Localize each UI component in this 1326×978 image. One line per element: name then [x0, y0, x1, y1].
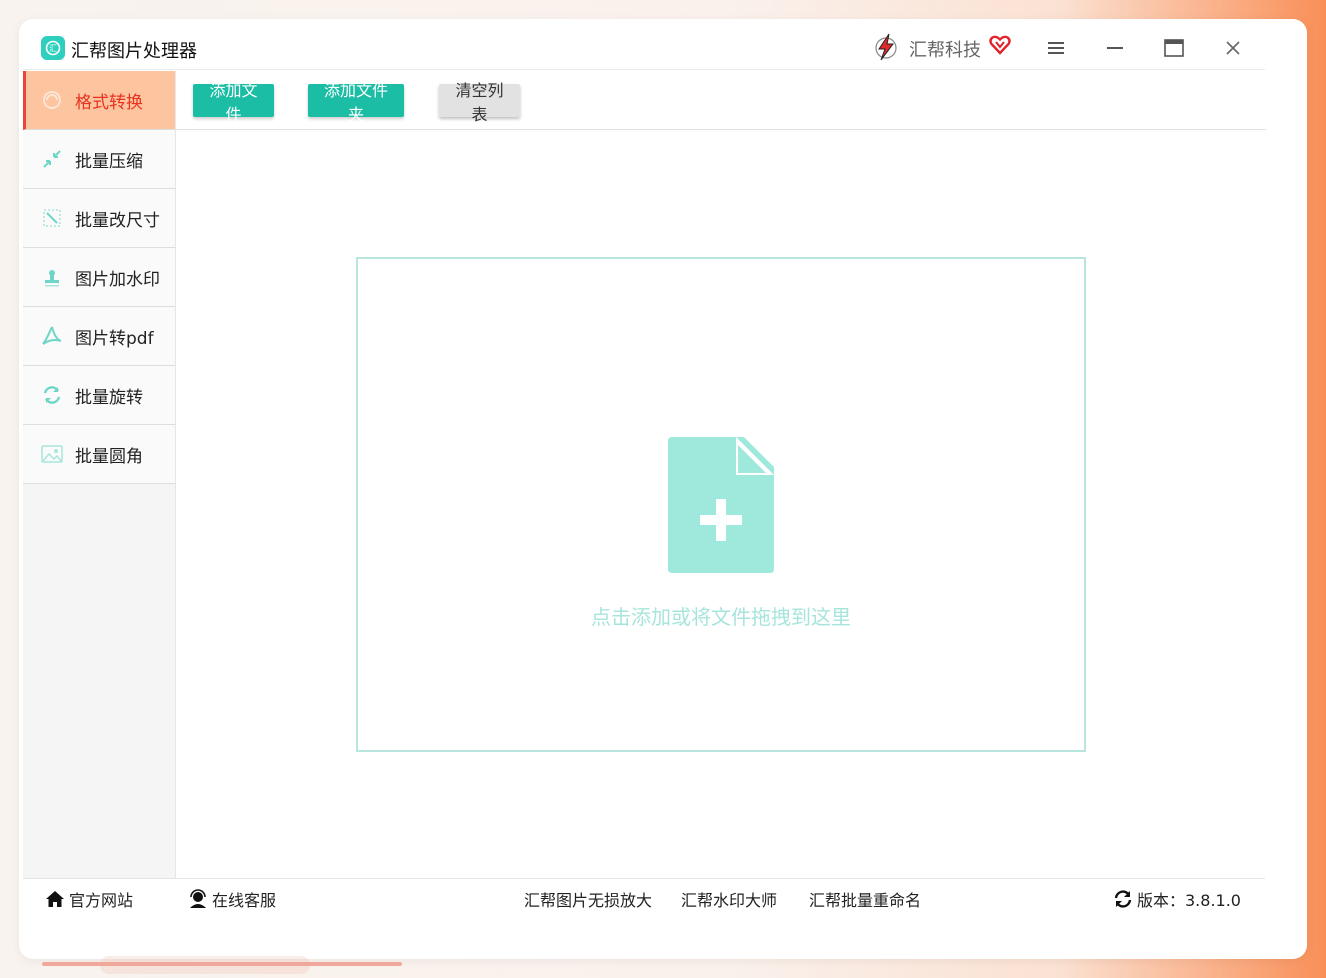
footer-bar: 官方网站 在线客服 汇帮图片无损放大 汇帮水印大师 汇帮批量重命名 版本：3.8… — [23, 878, 1265, 918]
brand-name: 汇帮科技 — [909, 40, 981, 61]
version-info[interactable]: 版本：3.8.1.0 — [1113, 887, 1241, 911]
sidebar-item-rotate[interactable]: 批量旋转 — [23, 366, 175, 425]
sidebar-item-label: 批量压缩 — [75, 151, 143, 172]
sidebar-item-label: 批量改尺寸 — [75, 210, 160, 231]
watermark-icon — [41, 266, 63, 288]
sidebar-item-label: 图片转pdf — [75, 328, 154, 349]
official-site-link[interactable]: 官方网站 — [45, 887, 133, 911]
rounded-corner-icon — [41, 443, 63, 465]
app-logo-icon: 汇 — [41, 36, 65, 60]
resize-icon — [41, 207, 63, 229]
sidebar-item-pdf[interactable]: 图片转pdf — [23, 307, 175, 366]
add-folder-button[interactable]: 添加文件夹 — [308, 81, 404, 124]
customer-service-icon — [188, 889, 208, 909]
clear-list-button[interactable]: 清空列表 — [439, 81, 520, 124]
minimize-icon[interactable] — [1100, 34, 1130, 62]
home-icon — [45, 889, 65, 909]
maximize-icon[interactable] — [1159, 34, 1189, 62]
sidebar-item-compress[interactable]: 批量压缩 — [23, 130, 175, 189]
rename-app-link[interactable]: 汇帮批量重命名 — [809, 887, 921, 911]
sidebar-item-label: 批量圆角 — [75, 446, 143, 467]
enlarge-app-link[interactable]: 汇帮图片无损放大 — [524, 887, 652, 911]
sidebar-item-resize[interactable]: 批量改尺寸 — [23, 189, 175, 248]
sidebar-item-label: 格式转换 — [75, 92, 143, 113]
menu-icon[interactable] — [1041, 34, 1071, 62]
compress-icon — [41, 148, 63, 170]
pdf-icon — [41, 325, 63, 347]
online-service-link[interactable]: 在线客服 — [188, 887, 276, 911]
add-file-button[interactable]: 添加文件 — [193, 81, 274, 124]
toolbar: 添加文件 添加文件夹 清空列表 — [176, 71, 1266, 130]
refresh-icon — [1113, 889, 1133, 909]
sidebar-item-watermark[interactable]: 图片加水印 — [23, 248, 175, 307]
sidebar-item-format-convert[interactable]: 格式转换 — [23, 71, 175, 130]
brand-logo-icon — [875, 33, 897, 61]
close-icon[interactable] — [1218, 34, 1248, 62]
sidebar-item-rounded-corner[interactable]: 批量圆角 — [23, 425, 175, 484]
sidebar: 格式转换 批量压缩 批量改尺寸 图片加水印 图片转pdf 批量旋转 批量圆角 — [23, 71, 176, 878]
svg-text:汇: 汇 — [49, 44, 57, 53]
rotate-icon — [41, 384, 63, 406]
title-bar: 汇 汇帮图片处理器 汇帮科技 — [23, 28, 1265, 70]
bottom-accent-bar — [42, 962, 402, 966]
app-title: 汇帮图片处理器 — [71, 41, 197, 62]
sidebar-item-label: 图片加水印 — [75, 269, 160, 290]
format-convert-icon — [41, 89, 63, 111]
sidebar-item-label: 批量旋转 — [75, 387, 143, 408]
vip-heart-icon[interactable] — [989, 34, 1011, 56]
drop-hint-text: 点击添加或将文件拖拽到这里 — [591, 605, 851, 629]
add-file-icon — [668, 437, 774, 573]
watermark-app-link[interactable]: 汇帮水印大师 — [681, 887, 777, 911]
file-drop-zone[interactable]: 点击添加或将文件拖拽到这里 — [356, 257, 1086, 752]
